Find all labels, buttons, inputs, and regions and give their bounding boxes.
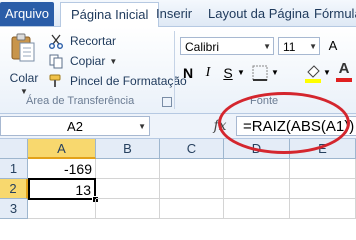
name-box-value: A2: [67, 119, 83, 134]
formula-input[interactable]: =RAIZ(ABS(A1)): [236, 116, 356, 136]
scissors-icon: [49, 34, 63, 49]
cut-label: Recortar: [70, 34, 117, 48]
cell-e3[interactable]: [290, 199, 356, 219]
row-header-1[interactable]: 1: [0, 159, 28, 179]
cut-button[interactable]: Recortar: [48, 31, 116, 51]
chevron-down-icon: ▼: [263, 42, 271, 51]
chevron-down-icon[interactable]: ▼: [236, 63, 246, 83]
cell-e2[interactable]: [290, 179, 356, 199]
format-painter-label: Pincel de Formatação: [70, 74, 187, 88]
fill-color-icon[interactable]: [304, 63, 322, 83]
tab-home[interactable]: Página Inicial: [60, 2, 160, 27]
name-box[interactable]: A2 ▼: [0, 116, 150, 136]
paste-button[interactable]: Colar ▼: [6, 33, 42, 97]
format-painter-icon: [49, 74, 61, 87]
ribbon: Colar ▼ Recortar Copiar ▼ Pincel de Form…: [0, 27, 356, 114]
grow-font-button[interactable]: A: [326, 37, 340, 57]
font-size-value: 11: [283, 40, 296, 54]
paste-icon: [11, 33, 35, 62]
column-header-d[interactable]: D: [224, 139, 290, 159]
copy-button[interactable]: Copiar ▼: [48, 51, 117, 71]
cell-c3[interactable]: [160, 199, 224, 219]
tab-file[interactable]: Arquivo: [0, 2, 54, 26]
cell-d3[interactable]: [224, 199, 290, 219]
cell-d2[interactable]: [224, 179, 290, 199]
formula-bar: A2 ▼ fx =RAIZ(ABS(A1)): [0, 114, 356, 139]
font-group-label: Fonte: [250, 95, 279, 107]
chevron-down-icon[interactable]: ▼: [270, 63, 280, 83]
cell-a3[interactable]: [28, 199, 96, 219]
worksheet-grid: A B C D E 1 2 3 -169 13: [0, 139, 356, 220]
column-header-e[interactable]: E: [290, 139, 356, 159]
copy-label: Copiar: [70, 54, 106, 68]
font-color-icon[interactable]: A: [336, 61, 352, 83]
font-name-value: Calibri: [185, 40, 220, 54]
paste-label: Colar: [9, 71, 39, 85]
font-size-select[interactable]: 11 ▼: [278, 37, 320, 55]
tab-page-layout[interactable]: Layout da Página: [198, 2, 319, 26]
tab-insert[interactable]: Inserir: [146, 2, 202, 26]
cell-a1[interactable]: -169: [28, 159, 96, 179]
italic-button[interactable]: I: [200, 63, 216, 83]
column-header-a[interactable]: A: [28, 139, 96, 159]
cell-c2[interactable]: [160, 179, 224, 199]
copy-icon: [49, 54, 63, 69]
cell-b3[interactable]: [96, 199, 160, 219]
row-header-2[interactable]: 2: [0, 179, 28, 199]
underline-button[interactable]: S: [220, 63, 236, 83]
borders-icon[interactable]: [252, 65, 268, 81]
chevron-down-icon[interactable]: ▼: [138, 117, 146, 137]
cell-d1[interactable]: [224, 159, 290, 179]
chevron-down-icon: ▼: [309, 42, 317, 51]
cell-e1[interactable]: [290, 159, 356, 179]
cell-b2[interactable]: [96, 179, 160, 199]
format-painter-button[interactable]: Pincel de Formatação: [48, 71, 187, 91]
insert-function-button[interactable]: fx: [208, 116, 232, 136]
chevron-down-icon[interactable]: ▼: [109, 57, 117, 66]
row-header-3[interactable]: 3: [0, 199, 28, 219]
ribbon-tab-bar: Arquivo Página Inicial Inserir Layout da…: [0, 0, 356, 27]
tab-formulas[interactable]: Fórmulas: [304, 2, 356, 26]
chevron-down-icon[interactable]: ▼: [322, 63, 332, 83]
font-name-select[interactable]: Calibri ▼: [180, 37, 274, 55]
column-header-b[interactable]: B: [96, 139, 160, 159]
clipboard-group-label: Área de Transferência: [26, 95, 135, 107]
cell-a2[interactable]: 13: [28, 178, 96, 200]
column-header-c[interactable]: C: [160, 139, 224, 159]
cell-c1[interactable]: [160, 159, 224, 179]
bold-button[interactable]: N: [180, 63, 196, 83]
select-all-corner[interactable]: [0, 139, 28, 159]
clipboard-launcher-icon[interactable]: [162, 97, 172, 107]
cell-b1[interactable]: [96, 159, 160, 179]
group-separator: [174, 31, 175, 109]
